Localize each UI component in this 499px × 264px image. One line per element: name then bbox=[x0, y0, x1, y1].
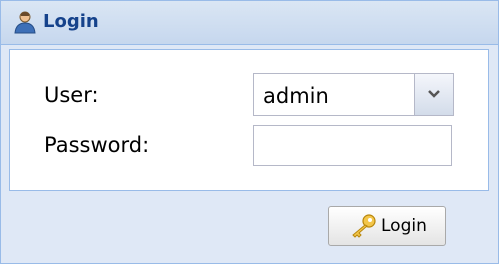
key-icon bbox=[349, 213, 379, 239]
user-icon bbox=[13, 10, 37, 34]
password-label: Password: bbox=[44, 133, 150, 157]
login-panel: Login User: admin Password: Login bbox=[0, 0, 499, 264]
user-combo-value[interactable]: admin bbox=[263, 84, 329, 108]
user-combo[interactable]: admin bbox=[253, 73, 454, 116]
chevron-down-icon bbox=[428, 90, 440, 98]
password-field[interactable] bbox=[253, 125, 452, 166]
panel-title: Login bbox=[43, 11, 99, 32]
user-label: User: bbox=[44, 83, 99, 107]
panel-header: Login bbox=[1, 1, 498, 45]
login-button-label: Login bbox=[381, 216, 427, 236]
user-combo-trigger[interactable] bbox=[414, 74, 453, 115]
login-form: User: admin Password: bbox=[9, 49, 489, 191]
login-button[interactable]: Login bbox=[328, 206, 446, 246]
